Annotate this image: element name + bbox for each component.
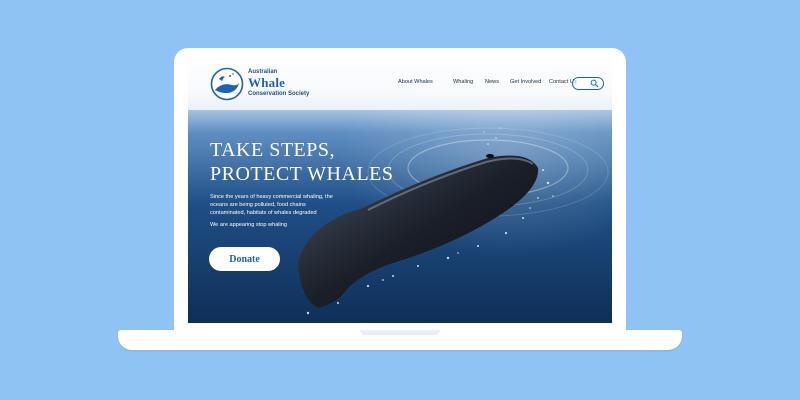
brand-logo[interactable]: Australian Whale Conservation Society [210, 67, 320, 103]
brand-line-3: Conservation Society [248, 91, 310, 97]
whale-logo-icon [210, 67, 244, 101]
nav-item-whaling[interactable]: Whaling [453, 79, 473, 85]
donate-button[interactable]: Donate [209, 247, 280, 271]
nav-item-news[interactable]: News [485, 79, 499, 85]
hero-paragraph-2: We are appearing stop whaling [210, 222, 288, 228]
hero-headline-line-2: PROTECT WHALES [210, 163, 394, 185]
website-screen: Australian Whale Conservation Society Ab… [188, 58, 612, 323]
laptop-notch [360, 330, 440, 335]
search-box[interactable] [572, 77, 604, 90]
nav-item-about-whales[interactable]: About Whales [398, 79, 433, 85]
hero-headline-line-1: TAKE STEPS, [210, 139, 336, 161]
hero-paragraph: Since the years of heavy commercial whal… [210, 194, 333, 216]
site-header: Australian Whale Conservation Society Ab… [188, 58, 612, 110]
nav-item-get-involved[interactable]: Get Involved [510, 79, 541, 85]
search-icon[interactable] [590, 79, 599, 88]
hero-headline: TAKE STEPS, PROTECT WHALES [210, 138, 394, 186]
brand-line-2: Whale [248, 75, 286, 90]
